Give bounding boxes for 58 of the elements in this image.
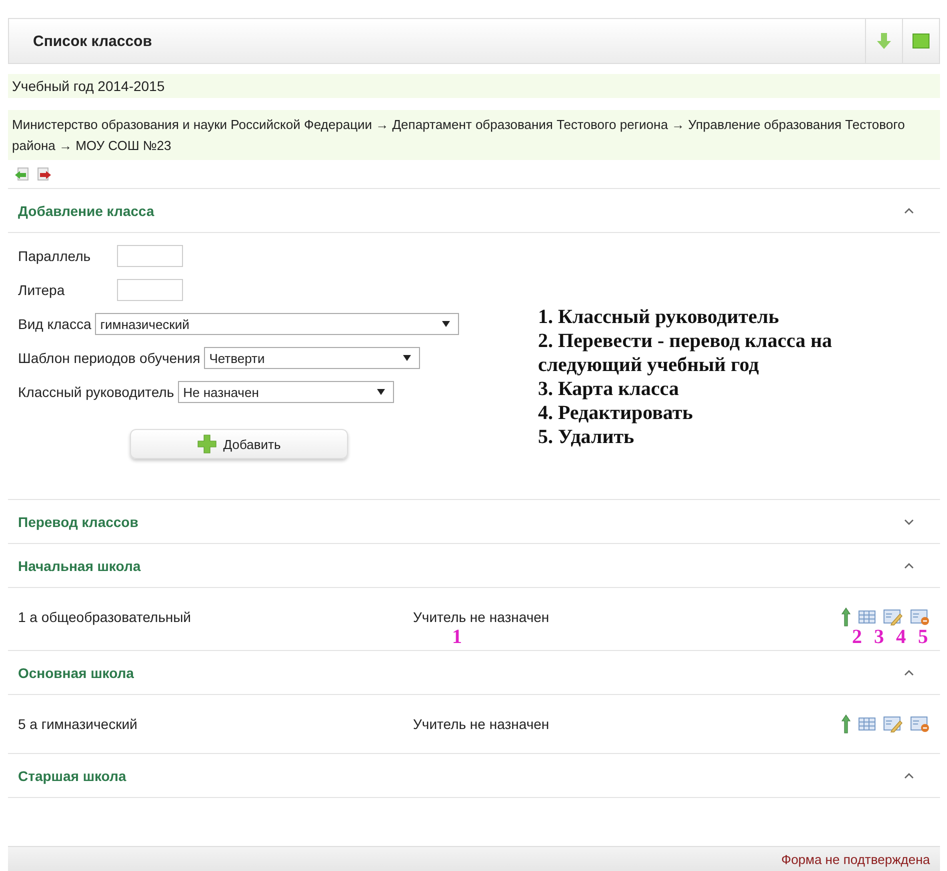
field-label: Шаблон периодов обучения	[18, 350, 200, 366]
input-field[interactable]	[117, 245, 183, 267]
chevron-up-icon[interactable]	[904, 206, 914, 214]
delete-icon[interactable]	[910, 608, 930, 626]
field-label: Вид класса	[18, 316, 92, 332]
square-icon[interactable]	[912, 33, 930, 49]
caret-icon	[377, 389, 386, 395]
class-link[interactable]: 5 а гимназический	[18, 716, 413, 732]
annotation-line: 4. Редактировать	[538, 401, 694, 425]
arrow-up-icon[interactable]	[841, 607, 851, 627]
school-year: Учебный год 2014-2015	[8, 74, 940, 98]
section-title[interactable]: Начальная школа	[18, 558, 904, 574]
field-label: Классный руководитель	[18, 384, 174, 400]
select-field[interactable]: гимназический	[95, 313, 460, 335]
section-title[interactable]: Перевод классов	[18, 514, 904, 530]
section-title[interactable]: Добавление класса	[18, 202, 904, 218]
breadcrumb: Министерство образования и науки Российской Федерации → Департамент образования Тестового региона → Управление образования Тестового района → МОУ СОШ №23	[8, 110, 940, 160]
annotation-number: 4	[896, 630, 906, 650]
arrow-left-icon[interactable]	[14, 166, 30, 182]
teacher-name: Учитель не назначен	[413, 609, 550, 625]
add-button[interactable]: Добавить	[130, 429, 348, 459]
table-icon[interactable]	[858, 609, 876, 625]
class-link[interactable]: 1 а общеобразовательный	[18, 609, 413, 625]
arrow-up-icon[interactable]	[841, 714, 851, 734]
arrow-right-icon[interactable]	[36, 166, 52, 182]
delete-icon[interactable]	[910, 715, 930, 733]
teacher-name: Учитель не назначен	[413, 716, 550, 732]
section-title[interactable]: Старшая школа	[18, 768, 904, 784]
section-title[interactable]: Основная школа	[18, 664, 904, 680]
plus-icon	[197, 434, 218, 454]
select-field[interactable]: Не назначен	[178, 381, 394, 403]
chevron-up-icon[interactable]	[904, 772, 914, 780]
annotation-number: 5	[918, 630, 928, 650]
annotation-number: 2	[852, 630, 862, 650]
chevron-up-icon[interactable]	[904, 562, 914, 570]
edit-icon[interactable]	[883, 715, 903, 733]
field-label: Параллель	[18, 248, 92, 264]
field-label: Литера	[18, 282, 66, 298]
annotation-number: 3	[874, 630, 884, 650]
caret-icon	[442, 321, 450, 327]
annotation-number: 1	[451, 626, 462, 648]
arrow-down-icon[interactable]	[876, 32, 892, 50]
chevron-up-icon[interactable]	[904, 668, 914, 676]
annotation-line: 2. Перевести - перевод класса на следующий учебный год	[538, 329, 834, 377]
status-text: Форма не подтверждена	[781, 852, 930, 866]
input-field[interactable]	[117, 279, 183, 301]
annotation-line: 5. Удалить	[538, 425, 636, 449]
select-value: Не назначен	[183, 384, 259, 400]
caret-icon	[403, 355, 412, 361]
edit-icon[interactable]	[883, 608, 903, 626]
select-field[interactable]: Четверти	[204, 347, 420, 369]
chevron-down-icon[interactable]	[904, 518, 914, 526]
select-value: Четверти	[209, 350, 265, 366]
panel-title: Список классов	[32, 32, 153, 50]
select-value: гимназический	[100, 316, 190, 332]
annotation-line: 1. Классный руководитель	[538, 305, 780, 329]
table-icon[interactable]	[858, 716, 876, 732]
annotation-line: 3. Карта класса	[538, 377, 680, 401]
